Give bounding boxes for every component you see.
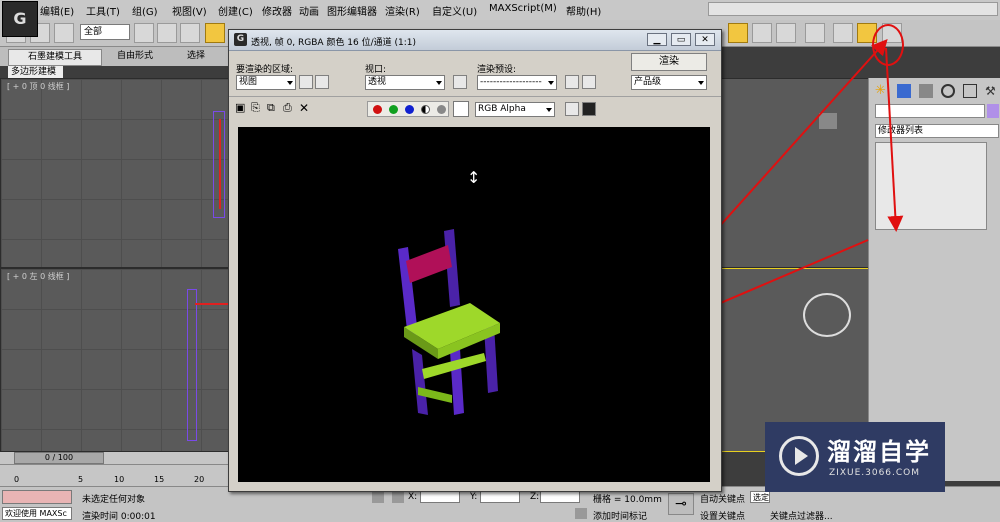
arrow-to-panel [885, 47, 904, 232]
window-titlebar[interactable]: G 透视, 帧 0, RGBA 颜色 16 位/通道 (1:1) ▁ ▭ ✕ [229, 30, 721, 51]
copy-icon[interactable]: ⎘ [251, 101, 265, 115]
channel-toggles [367, 101, 449, 117]
window-title: 透视, 帧 0, RGBA 颜色 16 位/通道 (1:1) [251, 38, 417, 48]
app-icon: G [234, 33, 247, 46]
viewport-dropdown[interactable]: 透视 [365, 75, 445, 90]
blue-channel-icon[interactable] [405, 105, 414, 114]
toggle-ui-icon[interactable] [582, 102, 596, 116]
close-icon[interactable]: ✕ [695, 33, 715, 46]
play-logo-icon [779, 436, 819, 476]
mono-channel-icon[interactable] [437, 105, 446, 114]
render-button[interactable]: 渲染 [631, 53, 707, 71]
area-dropdown[interactable]: 视图 [236, 75, 296, 90]
watermark-brand: 溜溜自学 [827, 438, 931, 466]
quality-dropdown[interactable]: 产品级 [631, 75, 707, 90]
watermark: 溜溜自学 ZIXUE.3066.COM [765, 422, 945, 492]
save-icon[interactable]: ▣ [235, 101, 249, 115]
print-icon[interactable]: ⎙ [283, 101, 297, 115]
resize-cursor-icon: ↕ [467, 168, 480, 187]
clear-icon[interactable]: ✕ [299, 101, 313, 115]
minimize-icon[interactable]: ▁ [647, 33, 667, 46]
render-canvas[interactable]: ↕ [238, 127, 710, 482]
auto-region-icon[interactable] [315, 75, 329, 89]
channel-dropdown[interactable]: RGB Alpha [475, 102, 555, 117]
lock-viewport-icon[interactable] [453, 75, 467, 89]
watermark-url: ZIXUE.3066.COM [829, 468, 921, 478]
viewport-value: 透视 [368, 77, 387, 87]
divider [229, 96, 721, 97]
render-setup-icon[interactable] [565, 75, 579, 89]
play-triangle [795, 447, 808, 465]
clone-icon[interactable]: ⧉ [267, 101, 281, 115]
area-value: 视图 [239, 77, 258, 87]
quality-value: 产品级 [634, 77, 662, 87]
channel-value: RGB Alpha [478, 104, 526, 114]
chair-front-left-leg [412, 349, 428, 415]
preset-label: 渲染预设: [477, 65, 517, 75]
preset-dropdown[interactable]: ------------------- [477, 75, 557, 90]
arrow-to-teapot [699, 39, 888, 249]
maximize-icon[interactable]: ▭ [671, 33, 691, 46]
chair-back-rail [406, 245, 452, 283]
environment-icon[interactable] [582, 75, 596, 89]
rendered-frame-window[interactable]: G 透视, 帧 0, RGBA 颜色 16 位/通道 (1:1) ▁ ▭ ✕ 要… [228, 29, 722, 492]
preset-value: ------------------- [480, 77, 542, 87]
alpha-channel-icon[interactable] [421, 105, 430, 114]
edit-region-icon[interactable] [299, 75, 313, 89]
area-label: 要渲染的区域: [236, 65, 294, 75]
rendered-chair: ↕ [398, 168, 500, 415]
app-logo-icon[interactable]: G [2, 1, 38, 37]
background-color-swatch[interactable] [453, 101, 469, 117]
toggle-ui-overlay-icon[interactable] [565, 102, 579, 116]
green-channel-icon[interactable] [389, 105, 398, 114]
red-channel-icon[interactable] [373, 105, 382, 114]
viewport-label: 视口: [365, 65, 387, 75]
